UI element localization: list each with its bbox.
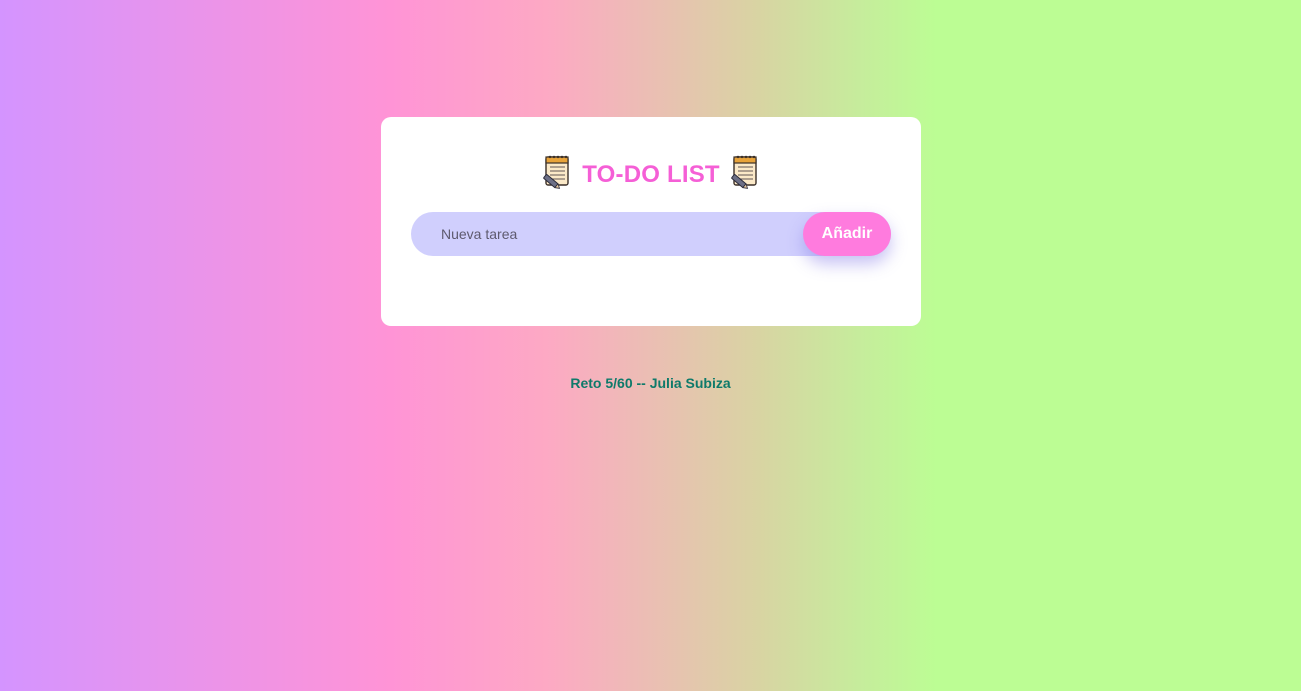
add-task-form: Añadir bbox=[411, 212, 891, 256]
footer-credit: Reto 5/60 -- Julia Subiza bbox=[570, 375, 731, 391]
add-task-button[interactable]: Añadir bbox=[803, 212, 891, 256]
title-row: TO-DO LIST bbox=[381, 155, 921, 189]
todo-card: TO-DO LIST Nueva tarea Añadir bbox=[381, 117, 921, 326]
page-title: TO-DO LIST bbox=[582, 161, 720, 188]
notepad-icon bbox=[730, 155, 760, 189]
notepad-icon bbox=[542, 155, 572, 189]
